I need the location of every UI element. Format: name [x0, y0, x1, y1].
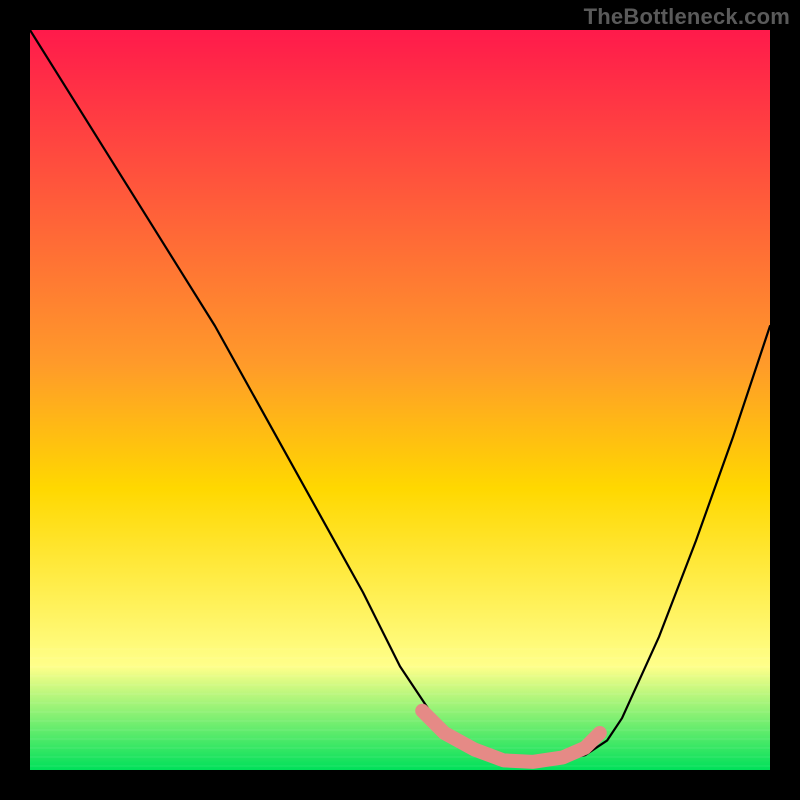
- watermark-text: TheBottleneck.com: [584, 4, 790, 30]
- plot-background: [30, 30, 770, 770]
- bottleneck-chart: [0, 0, 800, 800]
- chart-container: TheBottleneck.com: [0, 0, 800, 800]
